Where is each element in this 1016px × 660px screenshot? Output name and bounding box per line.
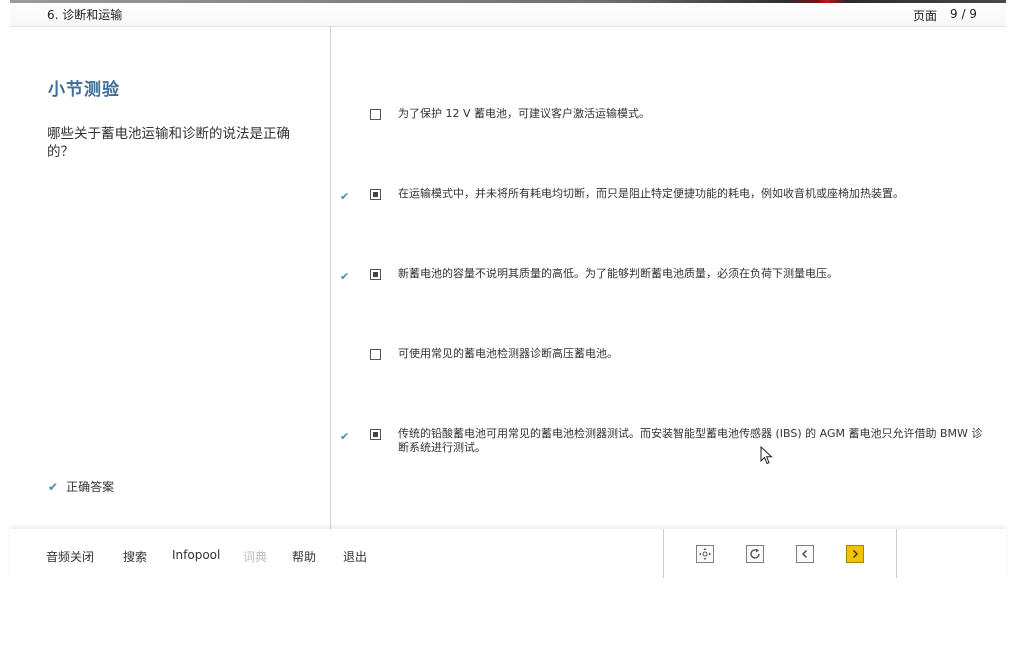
answer-checkbox[interactable] [370, 429, 381, 440]
menu-help[interactable]: 帮助 [292, 548, 316, 565]
navigate-button[interactable] [696, 545, 714, 563]
chapter-title: 6. 诊断和运输 [47, 8, 123, 22]
next-page-button[interactable] [846, 545, 864, 563]
check-mark-icon: ✔ [48, 480, 59, 494]
nav-divider [663, 529, 664, 578]
left-panel: 小节测验 哪些关于蓄电池运输和诊断的说法是正确的？ ✔ 正确答案 [10, 26, 331, 529]
header-bar: 6. 诊断和运输 页面 9 / 9 [10, 0, 1006, 27]
answer-text: 新蓄电池的容量不说明其质量的高低。为了能够判断蓄电池质量，必须在负荷下测量电压。 [398, 267, 838, 280]
header-accent-line [10, 0, 1006, 3]
menu-audio-off[interactable]: 音频关闭 [46, 548, 94, 565]
answer-checkbox[interactable] [370, 349, 381, 360]
menu-exit[interactable]: 退出 [343, 548, 367, 565]
answer-checkbox[interactable] [370, 109, 381, 120]
legend-label: 正确答案 [66, 480, 115, 494]
refresh-icon [750, 548, 760, 559]
chevron-left-icon [802, 550, 807, 558]
chevron-right-icon [853, 550, 858, 558]
answer-text: 在运输模式中，并未将所有耗电均切断，而只是阻止特定便捷功能的耗电，例如收音机或座… [398, 187, 904, 200]
page-label: 页面 [913, 9, 938, 23]
correct-mark-icon: ✔ [340, 430, 350, 443]
page-number: 9 / 9 [950, 7, 977, 21]
answer-list: 为了保护 12 V 蓄电池，可建议客户激活运输模式。 ✔ 在运输模式中，并未将所… [331, 26, 1006, 529]
nav-divider [896, 529, 897, 578]
correct-mark-icon: ✔ [340, 190, 350, 203]
menu-glossary: 词典 [243, 550, 268, 564]
menu-search[interactable]: 搜索 [123, 548, 147, 565]
reload-button[interactable] [746, 545, 764, 563]
answer-checkbox[interactable] [370, 189, 381, 200]
navigate-icon [699, 548, 711, 560]
menu-infopool[interactable]: Infopool [172, 548, 220, 562]
answer-text: 可使用常见的蓄电池检测器诊断高压蓄电池。 [398, 347, 618, 360]
answer-text: 传统的铅酸蓄电池可用常见的蓄电池检测器测试。而安装智能型蓄电池传感器 (IBS)… [398, 427, 983, 454]
footer-bar: 音频关闭 搜索 Infopool 词典 帮助 退出 [10, 529, 1006, 579]
answer-checkbox[interactable] [370, 269, 381, 280]
answer-text: 为了保护 12 V 蓄电池，可建议客户激活运输模式。 [398, 107, 651, 120]
mouse-pointer-icon [760, 446, 773, 465]
question-text: 哪些关于蓄电池运输和诊断的说法是正确的？ [47, 126, 290, 160]
correct-answer-legend: ✔ 正确答案 [48, 478, 114, 495]
section-title: 小节测验 [48, 80, 120, 100]
correct-mark-icon: ✔ [340, 270, 350, 283]
previous-page-button[interactable] [796, 545, 814, 563]
